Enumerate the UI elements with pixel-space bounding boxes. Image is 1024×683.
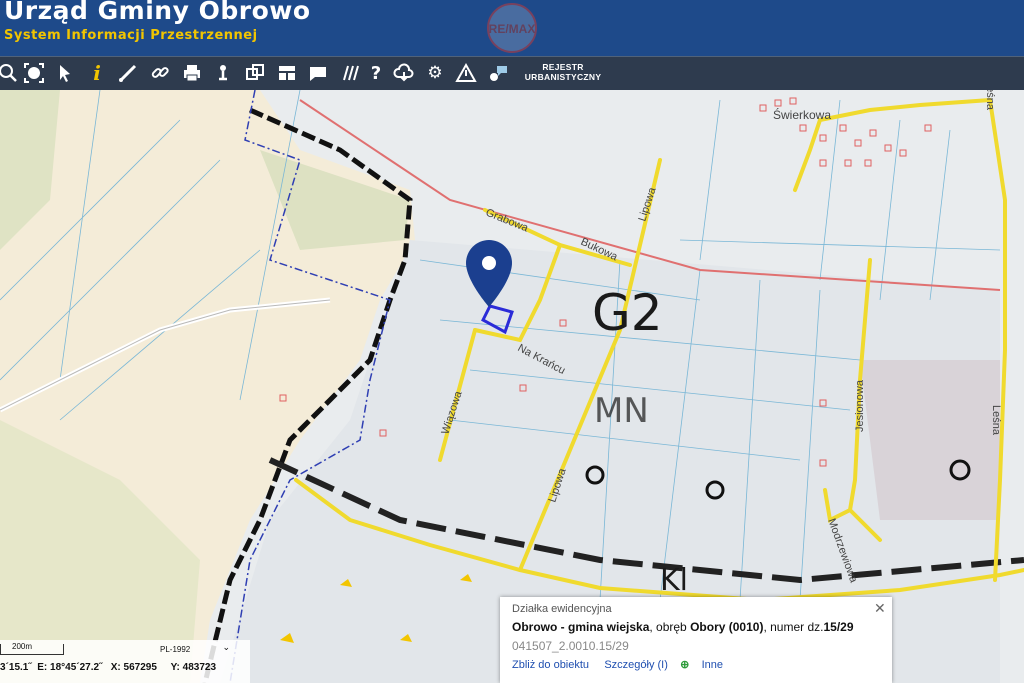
parcel-id: 041507_2.0010.15/29 (512, 639, 629, 653)
print-icon[interactable] (178, 59, 206, 87)
warning-icon[interactable] (452, 59, 480, 87)
label-mn: MN (594, 391, 649, 431)
map-canvas[interactable]: Świerkowa Grabowa Bukowa Lipowa Lipowa N… (0, 90, 1024, 683)
popup-text-2: , numer dz. (763, 620, 824, 634)
crs-select[interactable]: PL-1992 ⌄ (140, 642, 236, 656)
popup-gmina: Obrowo - gmina wiejska (512, 620, 650, 634)
popup-text-1: , obręb (649, 620, 691, 634)
label-lesna-north: Leśna (984, 90, 996, 111)
popup-parcel-number: 15/29 (823, 620, 854, 634)
zoom-to-object-link[interactable]: Zbliż do obiektu (512, 659, 589, 671)
help-icon[interactable]: ? (362, 59, 390, 87)
popup-links: Zbliż do obiektu Szczegóły (I) ⊕ Inne (512, 658, 723, 671)
info-icon[interactable]: i (83, 59, 111, 87)
layers-icon[interactable] (241, 59, 269, 87)
chevron-down-icon: ⌄ (222, 642, 230, 652)
crs-value: PL-1992 (160, 645, 191, 654)
app-subtitle: System Informacji Przestrzennej (4, 28, 258, 43)
layout-icon[interactable] (273, 59, 301, 87)
settings-icon[interactable]: ⚙ (421, 59, 449, 87)
coord-lat: 3´15.1˝ (0, 662, 32, 673)
parcel-description: Obrowo - gmina wiejska, obręb Obory (001… (512, 620, 854, 634)
coord-x: X: 567295 (110, 662, 157, 673)
rejestr-label-2: URBANISTYCZNY (524, 72, 602, 82)
zoom-icon[interactable] (0, 59, 22, 87)
full-extent-icon[interactable] (20, 59, 48, 87)
hatch-icon[interactable] (335, 59, 363, 87)
rejestr-label-1: REJESTR (542, 62, 584, 72)
app-title: Urząd Gminy Obrowo (4, 0, 311, 25)
link-icon[interactable] (146, 59, 174, 87)
close-icon[interactable]: ✕ (874, 601, 888, 615)
parcel-info-popup: Działka ewidencyjna ✕ Obrowo - gmina wie… (500, 597, 892, 683)
cloud-download-icon[interactable] (390, 59, 418, 87)
coordinates-readout: 3´15.1˝ E: 18°45´27.2˝ X: 567295 Y: 4837… (0, 662, 216, 673)
pink-zone (860, 360, 1000, 520)
label-g2: G2 (592, 284, 663, 342)
pointer-icon[interactable] (51, 59, 79, 87)
popup-obreb: Obory (0010) (690, 620, 764, 634)
popup-title: Działka ewidencyjna (512, 603, 612, 615)
remax-logo: RE/MAX (487, 3, 537, 53)
map-svg[interactable]: Świerkowa Grabowa Bukowa Lipowa Lipowa N… (0, 90, 1024, 683)
coord-e: E: 18°45´27.2˝ (37, 662, 103, 673)
details-link[interactable]: Szczegóły (I) (604, 659, 668, 671)
scale-label: 200m (12, 642, 33, 651)
label-kl: Kl (660, 563, 688, 598)
measure-icon[interactable] (114, 59, 142, 87)
plus-icon[interactable]: ⊕ (680, 659, 689, 671)
label-lesna: Leśna (990, 405, 1002, 436)
comment-icon[interactable] (304, 59, 332, 87)
app-header: Urząd Gminy Obrowo System Informacji Prz… (0, 0, 1024, 56)
more-link[interactable]: Inne (702, 659, 723, 671)
remax-logo-text: RE/MAX (489, 22, 536, 36)
label-swierkowa: Świerkowa (773, 107, 831, 122)
status-bar: 200m PL-1992 ⌄ 3´15.1˝ E: 18°45´27.2˝ X:… (0, 640, 250, 683)
coord-y: Y: 483723 (170, 662, 217, 673)
rejestr-urbanistyczny-button[interactable]: REJESTR URBANISTYCZNY (516, 62, 610, 82)
toolbar: i ? ⚙ REJESTR URBANISTYCZNY (0, 56, 1024, 91)
label-jesionowa: Jesionowa (854, 379, 866, 432)
user-chat-icon[interactable] (484, 59, 512, 87)
locate-icon[interactable] (209, 59, 237, 87)
